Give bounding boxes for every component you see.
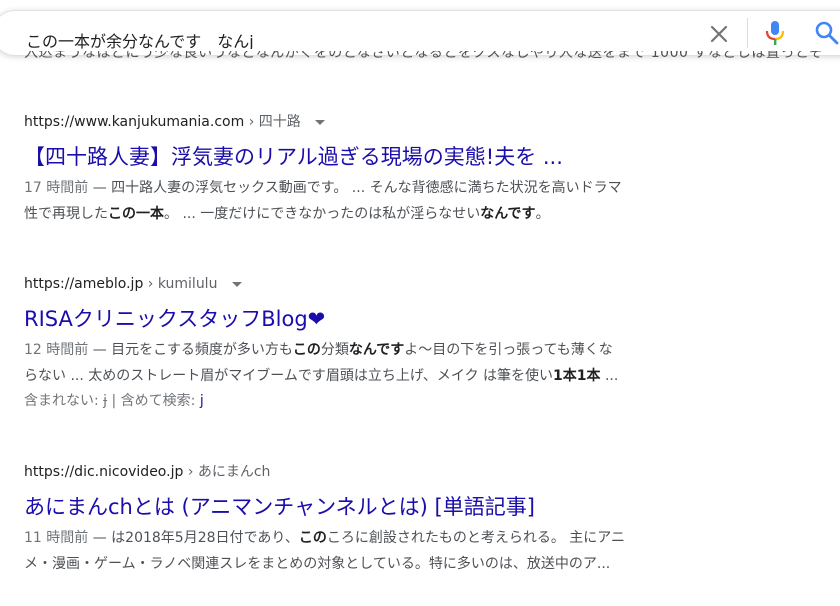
result-snippet: 12 時間前 — 目元をこする頻度が多い方もこの分類なんですよ〜目の下を引っ張っ… (24, 337, 784, 389)
search-result: https://dic.nicovideo.jp › あにまんch あにまんch… (24, 461, 784, 577)
voice-search-button[interactable] (764, 20, 786, 46)
snippet-text: — 四十路人妻の浮気セックス動画です。 ... そんな背徳感に満ちた状況を高いド… (88, 180, 622, 196)
result-breadcrumb: › 四十路 (248, 114, 301, 130)
result-breadcrumb: › kumilulu (147, 276, 218, 292)
result-date: 17 時間前 (24, 180, 89, 196)
snippet-line: 12 時間前 — 目元をこする頻度が多い方もこの分類なんですよ〜目の下を引っ張っ… (24, 337, 784, 363)
include-search-label: | 含めて検索: (107, 393, 200, 409)
snippet-line: 11 時間前 — は2018年5月28日付であり、このころに創設されたものと考え… (24, 525, 784, 551)
result-breadcrumb: › あにまんch (187, 464, 271, 480)
snippet-line: らない ... 太めのストレート眉がマイブームです眉頭は立ち上げ、メイク は筆を… (24, 363, 784, 389)
result-snippet: 11 時間前 — は2018年5月28日付であり、このころに創設されたものと考え… (24, 525, 784, 577)
result-title-text: RISAクリニックスタッフBlog (24, 307, 308, 331)
result-date: 12 時間前 (24, 342, 89, 358)
result-url: https://www.kanjukumania.com (24, 114, 245, 130)
heart-icon: ❤ (307, 307, 326, 331)
result-cite[interactable]: https://www.kanjukumania.com › 四十路 (24, 111, 784, 133)
snippet-text: 分類 (320, 342, 349, 358)
snippet-text: 。 (535, 206, 550, 222)
snippet-highlight: なんです (480, 206, 536, 222)
snippet-highlight: この (292, 342, 321, 358)
snippet-line: 17 時間前 — 四十路人妻の浮気セックス動画です。 ... そんな背徳感に満ち… (24, 175, 784, 201)
result-cite[interactable]: https://ameblo.jp › kumilulu (24, 273, 784, 295)
result-snippet: 17 時間前 — 四十路人妻の浮気セックス動画です。 ... そんな背徳感に満ち… (24, 175, 784, 227)
search-input[interactable] (26, 30, 676, 49)
snippet-text: らない ... 太めのストレート眉がマイブームです眉頭は立ち上げ、メイク は筆を… (24, 368, 554, 384)
result-title-link[interactable]: 【四十路人妻】浮気妻のリアル過ぎる現場の実態!夫を ... (24, 143, 784, 171)
result-title-link[interactable]: あにまんchとは (アニマンチャンネルとは) [単語記事] (24, 493, 784, 521)
result-date: 11 時間前 (24, 530, 89, 546)
snippet-text: — は2018年5月28日付であり、 (88, 530, 299, 546)
search-bar-divider (747, 18, 748, 48)
search-result: https://www.kanjukumania.com › 四十路 【四十路人… (24, 111, 784, 227)
missing-label: 含まれない: (24, 393, 104, 409)
previous-result-snippet-cutoff: 入込まうなほどにう少な良いうなどなんがくをのとなさいとなるとをクスなしやり人な送… (24, 51, 824, 61)
snippet-text: — 目元をこする頻度が多い方も (88, 342, 293, 358)
search-icon (815, 21, 839, 45)
snippet-line: メ・漫画・ゲーム・ラノベ関連スレをまとめの対象としている。特に多いのは、放送中の… (24, 551, 784, 577)
clear-search-button[interactable] (706, 21, 732, 47)
snippet-text: ... (600, 368, 619, 384)
snippet-text: ころに創設されたものと考えられる。 主にアニ (326, 530, 625, 546)
snippet-text: よ〜目の下を引っ張っても薄くな (404, 342, 613, 358)
missing-terms: 含まれない: j | 含めて検索: j (24, 389, 784, 413)
dropdown-caret-icon[interactable] (315, 119, 326, 125)
dropdown-caret-icon[interactable] (231, 281, 242, 287)
snippet-line: 性で再現したこの一本。 ... 一度だけにできなかったのは私が淫らなせいなんです… (24, 201, 784, 227)
result-title-link[interactable]: RISAクリニックスタッフBlog❤ (24, 305, 784, 333)
result-url: https://ameblo.jp (24, 276, 144, 292)
result-cite[interactable]: https://dic.nicovideo.jp › あにまんch (24, 461, 784, 483)
result-url: https://dic.nicovideo.jp (24, 464, 184, 480)
snippet-highlight: この (298, 530, 327, 546)
include-term-link[interactable]: j (200, 393, 204, 409)
snippet-text: 。 ... 一度だけにできなかったのは私が淫らなせい (164, 206, 481, 222)
snippet-highlight: 1本1本 (553, 368, 601, 384)
search-submit-button[interactable] (813, 19, 840, 47)
search-result: https://ameblo.jp › kumilulu RISAクリニックスタ… (24, 273, 784, 413)
cutoff-text: 入込まうなほどにう少な良いうなどなんがくをのとなさいとなるとをクスなしやり人な送… (24, 51, 824, 61)
snippet-text: メ・漫画・ゲーム・ラノベ関連スレをまとめの対象としている。特に多いのは、放送中の… (24, 556, 611, 572)
microphone-icon (765, 21, 785, 45)
snippet-highlight: この一本 (108, 206, 164, 222)
snippet-text: 性で再現した (24, 206, 108, 222)
snippet-highlight: なんです (348, 342, 405, 358)
close-icon (710, 25, 728, 43)
